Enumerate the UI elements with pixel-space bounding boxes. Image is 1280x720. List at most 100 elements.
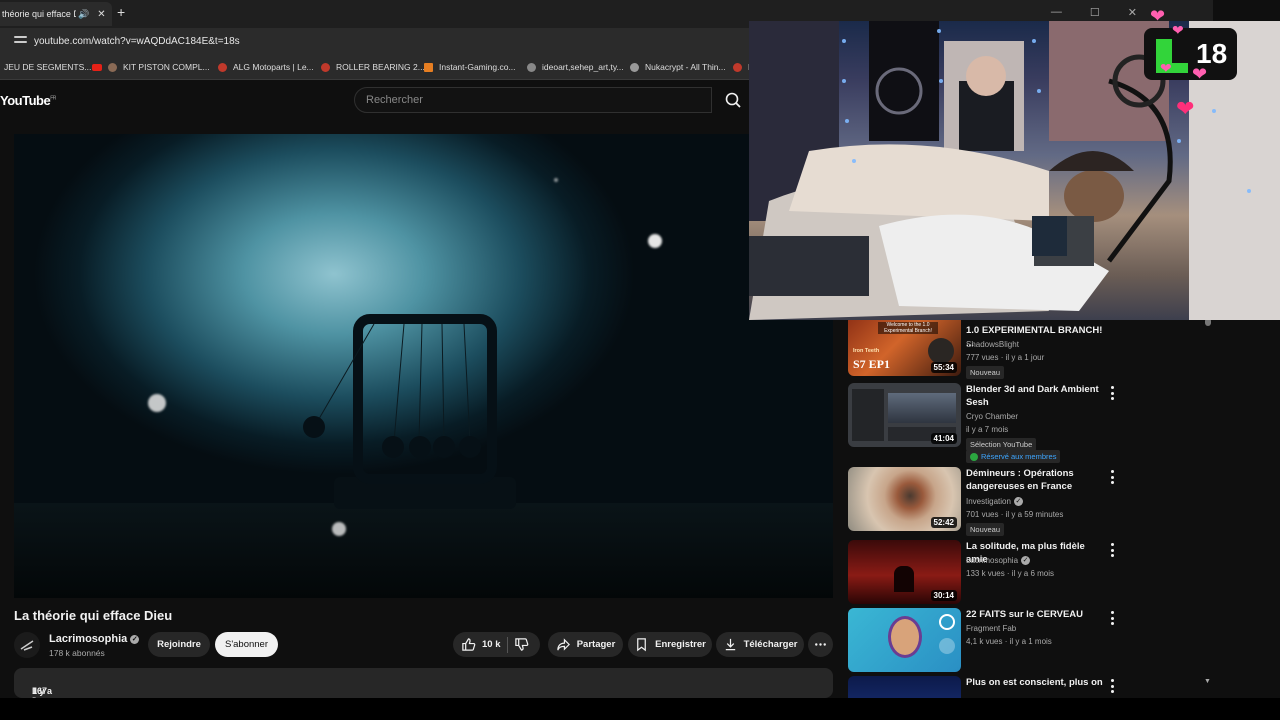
description-box[interactable]: 167 k vues il y a 2 mois	[14, 668, 833, 716]
new-tab-icon[interactable]: +	[117, 4, 125, 20]
thumbnail-figure	[928, 338, 954, 364]
channel-text: ShadowsBlight	[966, 340, 1019, 349]
search-button[interactable]	[712, 87, 752, 113]
tab-title: théorie qui efface Dieu	[2, 9, 76, 19]
bookmark-item[interactable]: ideoart,sehep_art,ty...	[527, 62, 624, 72]
bookmark-favicon-icon	[321, 62, 330, 72]
scroll-down-arrow-icon[interactable]: ▼	[1204, 678, 1211, 685]
more-options-icon[interactable]	[1109, 386, 1115, 400]
bookmark-favicon-icon	[527, 62, 536, 72]
save-button[interactable]: Enregistrer	[628, 632, 712, 657]
logo-text: YouTube	[0, 93, 51, 108]
youtube-favicon-icon	[92, 63, 102, 71]
search-input[interactable]: Rechercher	[354, 87, 712, 113]
channel-text: Investigation	[966, 497, 1011, 506]
channel-name: Lacrimosophia ✓	[966, 556, 1031, 565]
video-thumbnail[interactable]: 30:14	[848, 540, 961, 604]
dust-particle	[554, 178, 558, 182]
thumbnail-episode: S7 EP1	[853, 357, 891, 371]
youtube-logo[interactable]: YouTubeFR	[0, 93, 56, 108]
thumbnail-face	[888, 616, 922, 658]
more-options-icon[interactable]	[1109, 679, 1115, 693]
site-settings-icon[interactable]	[14, 36, 27, 48]
bookmark-item[interactable]: Instant-Gaming.co...	[424, 62, 516, 72]
channel-name: Investigation ✓	[966, 497, 1023, 506]
taskbar-strip	[0, 698, 1280, 720]
video-thumbnail[interactable]: 52:42	[848, 467, 961, 531]
members-text: Réservé aux membres	[981, 452, 1057, 461]
join-button[interactable]: Rejoindre	[148, 632, 210, 657]
bookmark-favicon-icon	[108, 62, 117, 72]
bookmark-item[interactable]: KIT PISTON COMPL...	[92, 62, 210, 72]
recommendation-item[interactable]: 41:04 Blender 3d and Dark Ambient Sesh C…	[848, 383, 1128, 463]
bookmark-item[interactable]: Nukacrypt - All Thin...	[630, 62, 726, 72]
search-icon	[725, 92, 741, 108]
like-dislike-group: 10 k	[453, 632, 540, 657]
recommendation-item[interactable]: 52:42 Démineurs : Opérations dangereuses…	[848, 467, 1128, 536]
bookmark-favicon-icon	[218, 62, 227, 72]
download-button[interactable]: Télécharger	[716, 632, 804, 657]
more-horizontal-icon	[815, 643, 826, 646]
dislike-icon[interactable]	[514, 637, 529, 652]
heart-icon: ❤	[1150, 6, 1166, 26]
channel-text: Cryo Chamber	[966, 412, 1019, 421]
watch-later-icon[interactable]	[939, 614, 955, 630]
close-window-icon[interactable]: ✕	[1128, 6, 1137, 19]
recommendation-item[interactable]: 30:14 La solitude, ma plus fidèle amie L…	[848, 540, 1128, 604]
bookmark-item[interactable]: JEU DE SEGMENTS...	[4, 62, 91, 72]
bookmark-icon	[637, 638, 647, 652]
share-label: Partager	[576, 639, 616, 650]
channel-name: ShadowsBlight	[966, 340, 1019, 349]
video-thumbnail[interactable]: Welcome to the 1.0 Experimental Branch! …	[848, 312, 961, 376]
add-to-queue-icon[interactable]	[939, 638, 955, 654]
recommendation-item[interactable]: Plus on est conscient, plus on	[848, 676, 1128, 698]
age-counter-badge: 18	[1144, 28, 1237, 80]
bookmark-label: Nukacrypt - All Thin...	[645, 62, 726, 72]
more-actions-button[interactable]	[808, 632, 833, 657]
bookmark-favicon-icon	[733, 62, 742, 72]
video-duration: 55:34	[930, 362, 957, 373]
dust-particle	[148, 394, 166, 412]
bookmark-label: KIT PISTON COMPL...	[123, 62, 210, 72]
more-options-icon[interactable]	[1109, 611, 1115, 625]
video-title: Plus on est conscient, plus on	[966, 677, 1103, 688]
heart-icon: ❤	[1176, 96, 1195, 121]
verified-icon: ✓	[1013, 497, 1023, 506]
verified-icon: ✓	[1021, 556, 1031, 565]
bookmark-favicon-icon	[424, 62, 433, 72]
channel-avatar[interactable]	[14, 632, 40, 658]
members-icon	[970, 452, 978, 461]
recommendation-item[interactable]: Welcome to the 1.0 Experimental Branch! …	[848, 312, 1128, 379]
bookmark-favicon-icon	[630, 62, 639, 72]
like-icon[interactable]	[461, 637, 476, 652]
share-button[interactable]: Partager	[548, 632, 623, 657]
video-thumbnail[interactable]: 41:04	[848, 383, 961, 447]
bookmark-label: JEU DE SEGMENTS...	[4, 62, 92, 72]
video-thumbnail[interactable]	[848, 608, 961, 672]
bookmark-label: ALG Motoparts | Le...	[233, 62, 314, 72]
more-options-icon[interactable]	[1109, 543, 1115, 557]
channel-name: Fragment Fab	[966, 624, 1016, 633]
bookmark-item[interactable]: ALG Motoparts | Le...	[218, 62, 314, 72]
recommendation-item[interactable]: 22 FAITS sur le CERVEAU Fragment Fab 4,1…	[848, 608, 1128, 672]
url-field[interactable]: youtube.com/watch?v=wAQDdAC184E&t=18s	[34, 36, 240, 47]
join-label: Rejoindre	[157, 639, 201, 650]
video-thumbnail[interactable]	[848, 676, 961, 698]
subscribe-button[interactable]: S'abonner	[215, 632, 278, 657]
bookmark-item[interactable]: ROLLER BEARING 2...	[321, 62, 425, 72]
heart-icon: ❤	[1192, 64, 1208, 84]
more-options-icon[interactable]	[1109, 470, 1115, 484]
maximize-icon[interactable]: ☐	[1090, 6, 1100, 19]
dust-particle	[648, 234, 662, 248]
download-icon	[725, 638, 735, 651]
new-badge: Nouveau	[966, 523, 1005, 536]
speaker-icon[interactable]: 🔊	[78, 9, 89, 20]
new-badge: Nouveau	[966, 366, 1005, 379]
minimize-icon[interactable]: —	[1051, 6, 1062, 19]
close-tab-icon[interactable]: ✕	[97, 9, 105, 20]
subscriber-count: 178 k abonnés	[49, 648, 105, 658]
channel-name[interactable]: Lacrimosophia ✓	[49, 633, 140, 645]
video-player[interactable]	[14, 134, 833, 598]
browser-tab[interactable]: théorie qui efface Dieu 🔊 ✕	[0, 2, 112, 26]
bookmark-label: ideoart,sehep_art,ty...	[542, 62, 624, 72]
